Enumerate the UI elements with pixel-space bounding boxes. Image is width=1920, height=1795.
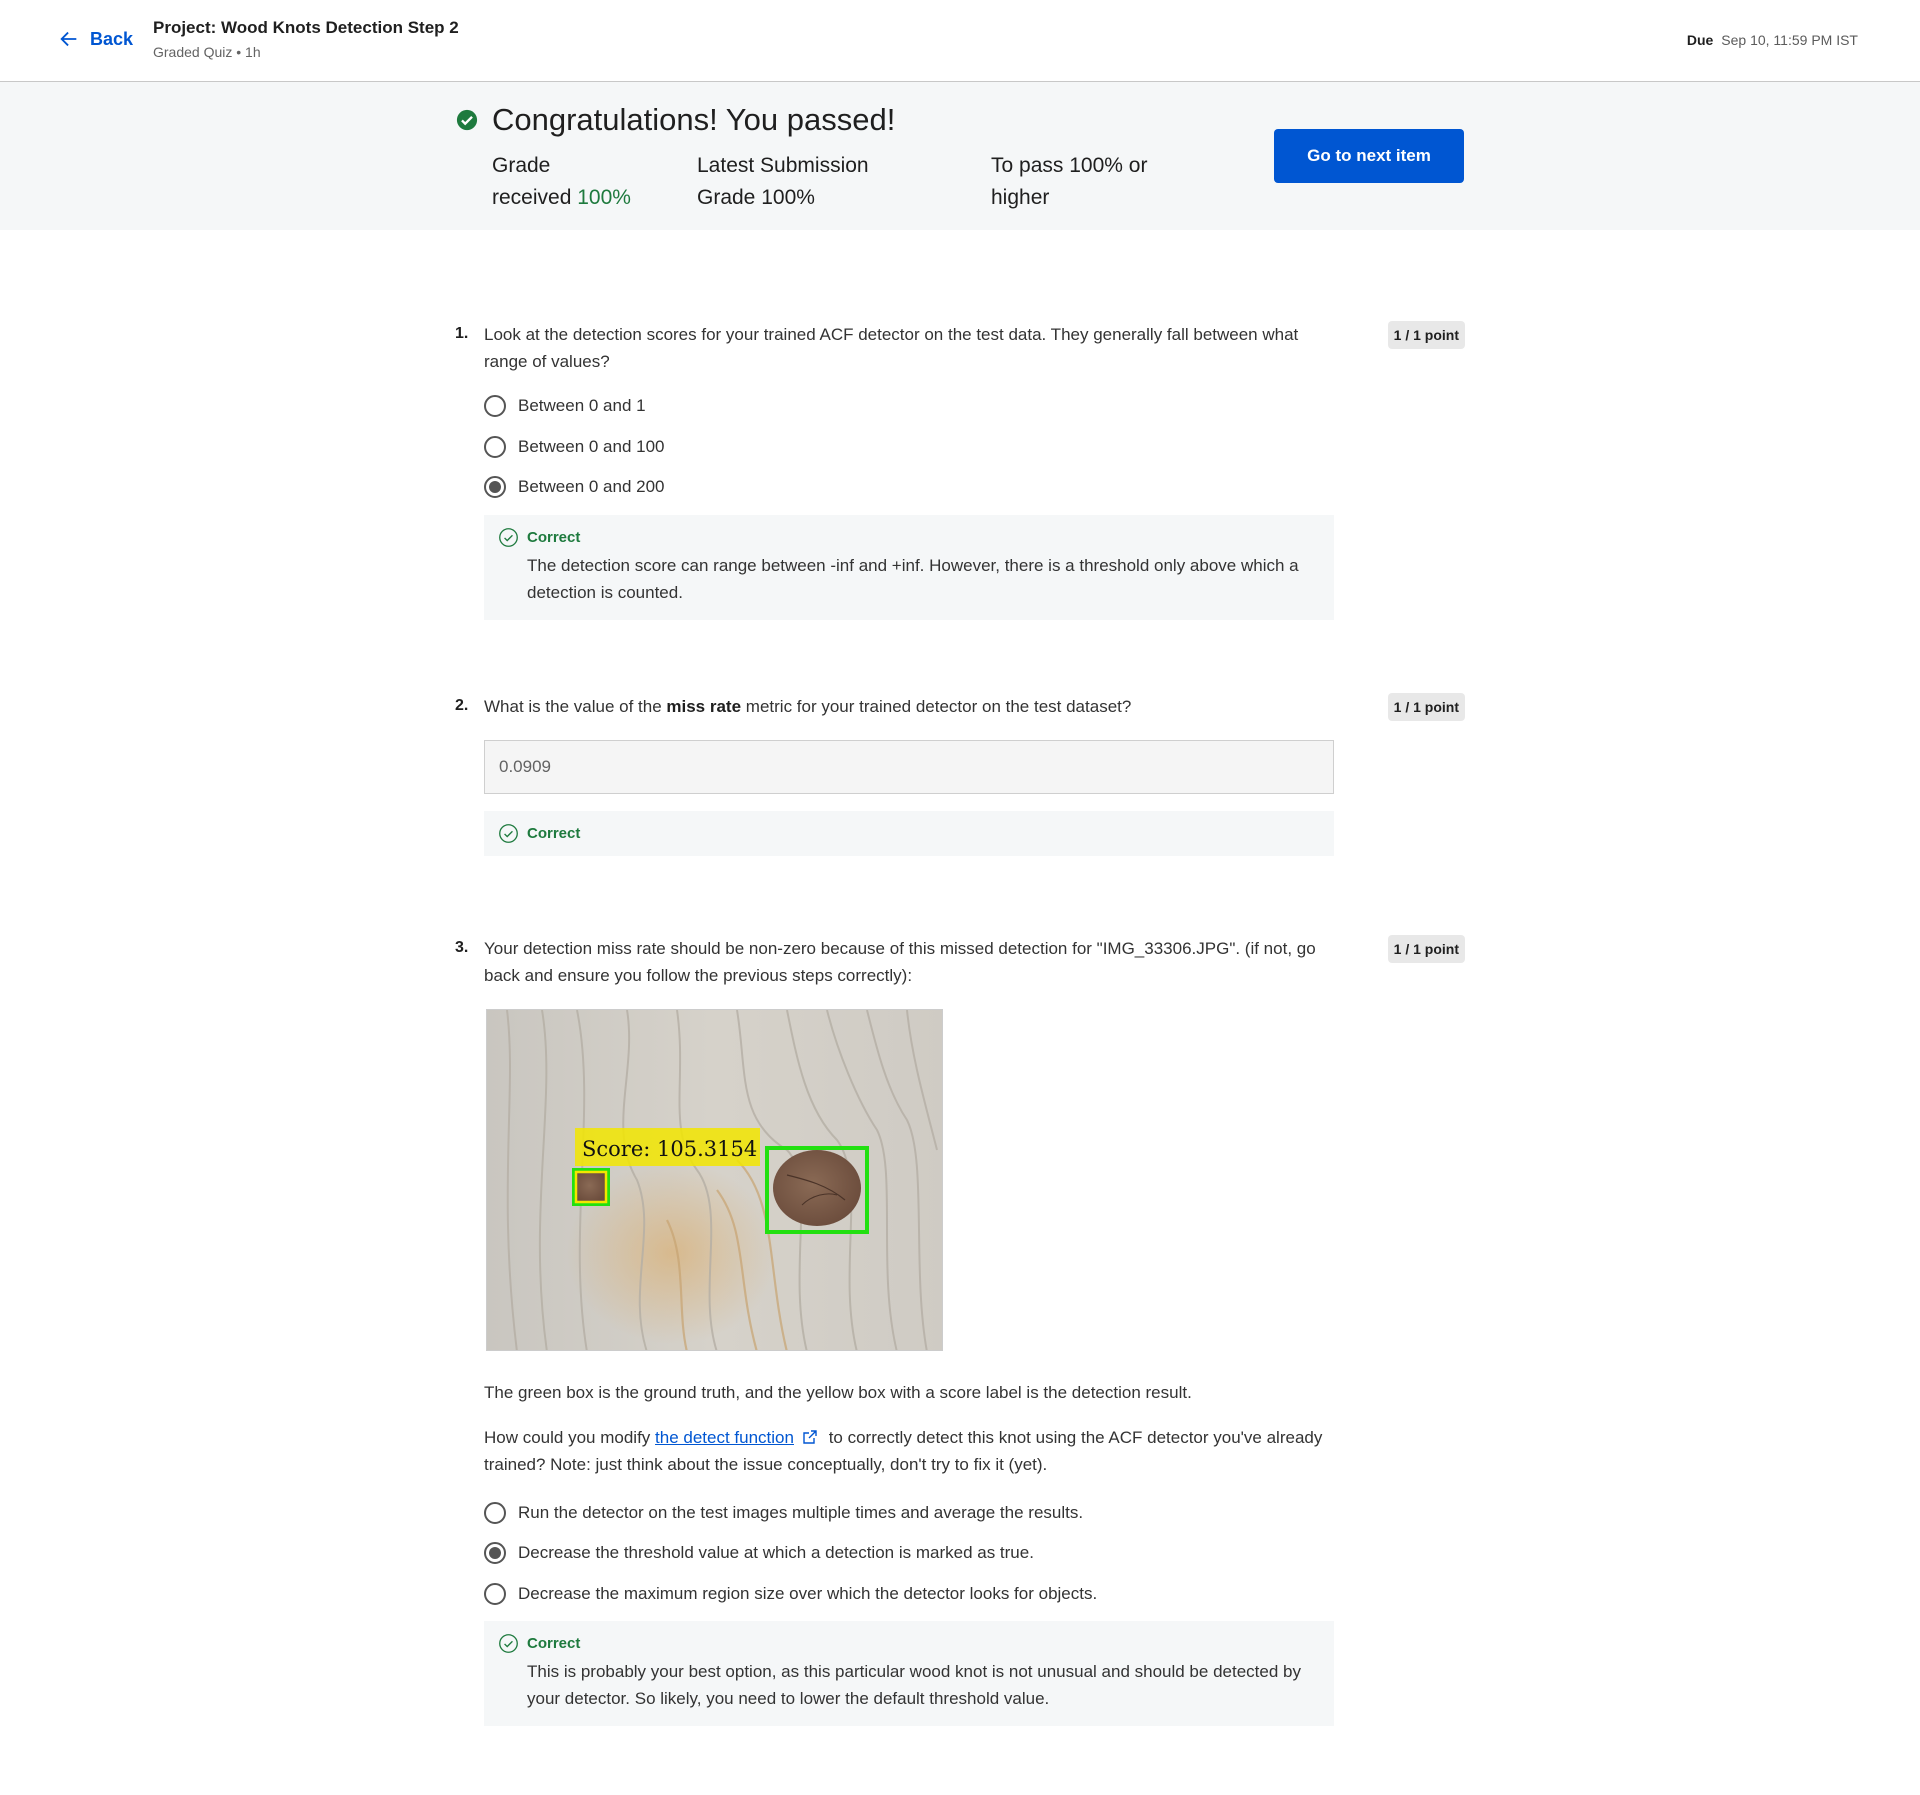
option-label: Between 0 and 200 [518, 477, 665, 496]
question-number: 1. [455, 325, 469, 342]
radio-button[interactable] [484, 1583, 506, 1605]
option-label: Decrease the threshold value at which a … [518, 1543, 1034, 1562]
question-number: 2. [455, 697, 469, 714]
question-prompt: How could you modify the detect function… [484, 1424, 1334, 1478]
back-button[interactable]: Back [58, 28, 133, 50]
grade-label: Grade [492, 154, 551, 177]
feedback-header: Correct [498, 1633, 1320, 1654]
latest-submission-grade: Latest Submission Grade 100% [697, 150, 869, 214]
feedback-title: Correct [527, 529, 581, 546]
points-badge: 1 / 1 point [1387, 693, 1465, 721]
detect-function-link[interactable]: the detect function [655, 1428, 794, 1447]
project-title: Project: Wood Knots Detection Step 2 [153, 18, 459, 37]
feedback-title: Correct [527, 825, 581, 842]
points-badge: 1 / 1 point [1387, 321, 1465, 349]
answer-field[interactable]: 0.0909 [484, 740, 1334, 794]
grade-value: 100% [577, 186, 631, 209]
external-link-icon [803, 1430, 817, 1444]
congrats-text: Congratulations! You passed! [492, 102, 896, 137]
question-text: Look at the detection scores for your tr… [484, 325, 1299, 371]
question-text-part: What is the value of the [484, 697, 667, 716]
option-0-1[interactable]: Between 0 and 1 [484, 395, 646, 417]
radio-button[interactable] [484, 436, 506, 458]
feedback-title: Correct [527, 1635, 581, 1652]
check-circle-outline-icon [499, 824, 518, 843]
arrow-left-icon [60, 31, 77, 47]
option-average-results[interactable]: Run the detector on the test images mult… [484, 1502, 1083, 1524]
latest-label-2: Grade [697, 186, 756, 209]
option-decrease-region-size[interactable]: Decrease the maximum region size over wh… [484, 1583, 1097, 1605]
option-0-200[interactable]: Between 0 and 200 [484, 476, 665, 498]
prompt-text: How could you modify [484, 1428, 656, 1447]
detection-score-label: Score: 105.3154 [582, 1137, 757, 1161]
feedback-header: Correct [498, 823, 1320, 844]
radio-button[interactable] [484, 1502, 506, 1524]
go-to-next-item-button[interactable]: Go to next item [1274, 129, 1464, 183]
feedback-correct: Correct This is probably your best optio… [484, 1621, 1334, 1726]
project-info: Project: Wood Knots Detection Step 2 Gra… [153, 18, 459, 60]
radio-button[interactable] [484, 395, 506, 417]
points-badge: 1 / 1 point [1387, 935, 1465, 963]
result-banner: Congratulations! You passed! Grade recei… [0, 82, 1920, 230]
option-decrease-threshold[interactable]: Decrease the threshold value at which a … [484, 1542, 1034, 1564]
check-circle-outline-icon [499, 528, 518, 547]
grade-received: Grade received 100% [492, 150, 631, 214]
check-circle-filled-icon [456, 109, 478, 131]
top-bar: Back Project: Wood Knots Detection Step … [0, 0, 1920, 82]
project-subtitle: Graded Quiz • 1h [153, 44, 261, 60]
pass-label-2: higher [991, 186, 1050, 209]
wood-knot-detection-image: Score: 105.3154 [486, 1009, 943, 1351]
due-label: Due [1686, 32, 1714, 48]
pass-value: 100% or [1069, 154, 1148, 177]
feedback-correct: Correct [484, 811, 1334, 856]
image-caption: The green box is the ground truth, and t… [484, 1383, 1192, 1402]
feedback-correct: Correct The detection score can range be… [484, 515, 1334, 620]
latest-label: Latest Submission [697, 154, 869, 177]
pass-label: To pass [991, 154, 1064, 177]
option-label: Between 0 and 100 [518, 437, 665, 456]
congrats-heading: Congratulations! You passed! [456, 102, 895, 138]
option-label: Between 0 and 1 [518, 396, 646, 415]
radio-button-selected[interactable] [484, 1542, 506, 1564]
due-value: Sep 10, 11:59 PM IST [1721, 32, 1858, 48]
grade-label-2: received [492, 186, 572, 209]
option-label: Decrease the maximum region size over wh… [518, 1584, 1098, 1603]
feedback-header: Correct [498, 527, 1320, 548]
option-label: Run the detector on the test images mult… [518, 1503, 1084, 1522]
question-text-part: metric for your trained detector on the … [741, 697, 1132, 716]
wood-image-svg: Score: 105.3154 [487, 1010, 942, 1350]
pass-requirement: To pass 100% or higher [991, 150, 1147, 214]
option-0-100[interactable]: Between 0 and 100 [484, 436, 665, 458]
feedback-body: This is probably your best option, as th… [527, 1662, 1301, 1708]
back-label: Back [90, 28, 134, 49]
due-date: Due Sep 10, 11:59 PM IST [1687, 32, 1858, 48]
feedback-body: The detection score can range between -i… [527, 556, 1299, 602]
check-circle-outline-icon [499, 1634, 518, 1653]
question-text-bold: miss rate [666, 697, 742, 716]
question-number: 3. [455, 939, 469, 956]
latest-value: 100% [761, 186, 815, 209]
question-text: What is the value of the miss rate metri… [484, 693, 1319, 720]
radio-button-selected[interactable] [484, 476, 506, 498]
question-text: Your detection miss rate should be non-z… [484, 939, 1316, 985]
